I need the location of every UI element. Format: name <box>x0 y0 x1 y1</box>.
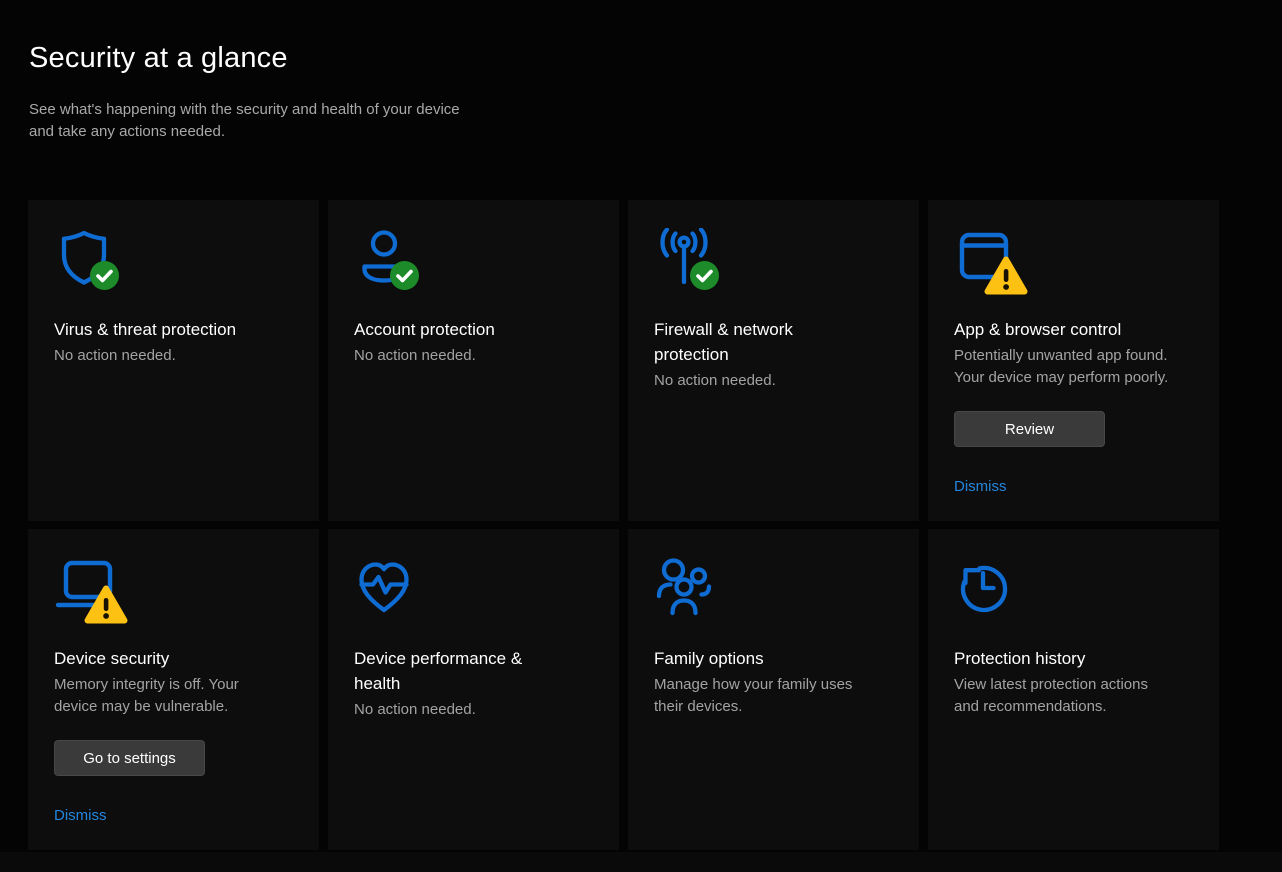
card-title: Virus & threat protection <box>54 317 293 342</box>
card-title: Device performance & health <box>354 646 593 696</box>
card-status-text: No action needed. <box>354 345 593 367</box>
status-warning-badge <box>84 585 128 625</box>
card-protection-history[interactable]: Protection history View latest protectio… <box>928 529 1219 850</box>
status-ok-badge <box>690 261 719 290</box>
laptop-icon <box>54 557 116 619</box>
card-title: App & browser control <box>954 317 1193 342</box>
card-account-protection[interactable]: Account protection No action needed. <box>328 200 619 521</box>
page-title: Security at a glance <box>29 42 288 75</box>
status-warning-badge <box>984 256 1028 296</box>
page-subtitle: See what's happening with the security a… <box>29 99 460 143</box>
status-ok-badge <box>90 261 119 290</box>
go-to-settings-button[interactable]: Go to settings <box>54 740 205 776</box>
dismiss-link[interactable]: Dismiss <box>954 478 1007 495</box>
status-ok-badge <box>390 261 419 290</box>
card-status-text: Manage how your family uses their device… <box>654 674 893 718</box>
card-status-text: Potentially unwanted app found. Your dev… <box>954 345 1193 389</box>
card-device-performance-health[interactable]: Device performance & health No action ne… <box>328 529 619 850</box>
bottom-strip <box>0 852 1282 872</box>
card-status-text: No action needed. <box>354 699 593 721</box>
card-virus-threat-protection[interactable]: Virus & threat protection No action need… <box>28 200 319 521</box>
card-status-text: No action needed. <box>654 370 893 392</box>
review-button[interactable]: Review <box>954 411 1105 447</box>
card-family-options[interactable]: Family options Manage how your family us… <box>628 529 919 850</box>
cards-grid: Virus & threat protection No action need… <box>28 200 1219 850</box>
card-status-text: Memory integrity is off. Your device may… <box>54 674 293 718</box>
card-firewall-network-protection[interactable]: Firewall & network protection No action … <box>628 200 919 521</box>
card-title: Protection history <box>954 646 1193 671</box>
card-title: Firewall & network protection <box>654 317 893 367</box>
card-device-security[interactable]: Device security Memory integrity is off.… <box>28 529 319 850</box>
card-status-text: View latest protection actions and recom… <box>954 674 1193 718</box>
heart-pulse-icon <box>354 557 416 619</box>
network-antenna-icon <box>654 228 716 290</box>
app-window-icon <box>954 228 1016 290</box>
card-title: Family options <box>654 646 893 671</box>
card-title: Account protection <box>354 317 593 342</box>
card-app-browser-control[interactable]: App & browser control Potentially unwant… <box>928 200 1219 521</box>
card-title: Device security <box>54 646 293 671</box>
person-icon <box>354 228 416 290</box>
shield-icon <box>54 228 116 290</box>
history-clock-icon <box>954 557 1016 619</box>
family-icon <box>654 557 716 619</box>
card-status-text: No action needed. <box>54 345 293 367</box>
security-at-a-glance-page: Security at a glance See what's happenin… <box>0 0 1282 872</box>
dismiss-link[interactable]: Dismiss <box>54 807 107 824</box>
